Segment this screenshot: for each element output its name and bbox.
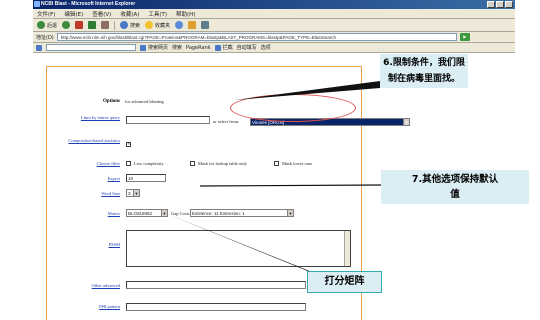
options-label: 选项: [260, 45, 271, 51]
gap-costs-value: Existence: 11 Extension: 1: [192, 211, 245, 216]
phi-pattern-input[interactable]: [126, 303, 306, 311]
back-button[interactable]: 后退: [37, 21, 57, 29]
search-web-label: 搜索网页: [148, 45, 169, 51]
word-size-value: 3: [128, 191, 131, 196]
menu-view[interactable]: 查看(V): [92, 10, 111, 18]
maximize-icon[interactable]: [496, 1, 504, 8]
callout-other-line-1: 7.其他选项保持默认: [411, 174, 499, 185]
matrix-select[interactable]: BLOSUM62 ▼: [126, 209, 168, 217]
search-web-icon: [140, 44, 146, 51]
callout-matrix: 打分矩阵: [307, 271, 382, 293]
back-label: 后退: [47, 22, 58, 29]
ie-icon: [34, 1, 40, 7]
menu-edit[interactable]: 编辑(E): [64, 10, 83, 18]
chevron-down-icon: ▼: [287, 210, 293, 216]
autofill-button[interactable]: 自动填写: [237, 44, 257, 51]
go-button[interactable]: ▶: [459, 33, 470, 41]
gap-costs-link[interactable]: Gap Costs: [171, 211, 190, 216]
other-advanced-input[interactable]: [126, 281, 306, 289]
limit-entrez-link[interactable]: Limit by entrez query: [65, 115, 120, 120]
highlight-ellipse: [230, 94, 356, 122]
toolbar-search-input[interactable]: [46, 44, 136, 51]
star-icon: [145, 21, 154, 29]
entrez-query-input[interactable]: [126, 116, 210, 124]
mask-lower-case-checkbox[interactable]: [274, 161, 279, 166]
chevron-down-icon: ▼: [161, 210, 167, 216]
nav-toolbar: 后退 搜索 收藏夹: [33, 19, 515, 32]
mask-lookup-checkbox[interactable]: [190, 161, 195, 166]
address-label: 地址(D): [36, 34, 54, 41]
window-controls: [487, 1, 513, 8]
close-icon[interactable]: [505, 1, 513, 8]
toolbar-separator: [114, 20, 116, 30]
mask-lower-case-label: Mask lower case: [282, 161, 313, 166]
options-heading: Options: [103, 99, 120, 104]
callout-other-line-2: 值: [450, 189, 460, 200]
window-title-bar: NCBI Blast - Microsoft Internet Explorer: [33, 0, 515, 9]
autofill-label: 自动填写: [236, 45, 257, 51]
popup-block-button[interactable]: 拦截: [214, 44, 233, 51]
callout-limit-line-1: 6.限制条件，我们限: [383, 58, 465, 68]
block-icon: [214, 44, 221, 51]
menu-bar: 文件(F) 编辑(E) 查看(V) 收藏(A) 工具(T) 帮助(H): [33, 9, 515, 19]
home-icon[interactable]: [101, 21, 110, 29]
address-bar: 地址(D) http://www.ncbi.nlm.nih.gov/blast/…: [33, 32, 515, 43]
chevron-down-icon: ▼: [133, 190, 139, 196]
back-arrow-icon: [37, 21, 45, 29]
menu-file[interactable]: 文件(F): [37, 10, 55, 18]
search-site-label: 搜索: [172, 45, 183, 51]
g-icon: [36, 44, 42, 51]
callout-limit-line-2: 制在病毒里面找。: [387, 74, 460, 84]
menu-favorites[interactable]: 收藏(A): [120, 10, 139, 18]
word-size-link[interactable]: Word Size: [65, 191, 120, 196]
mask-lookup-label: Mask for lookup table only: [198, 161, 247, 166]
options-button[interactable]: 选项: [261, 44, 271, 51]
gap-costs-select[interactable]: Existence: 11 Extension: 1 ▼: [190, 209, 294, 217]
favorites-button[interactable]: 收藏夹: [145, 21, 170, 29]
minimize-icon[interactable]: [487, 1, 495, 8]
search-button[interactable]: 搜索: [120, 21, 140, 29]
expect-input[interactable]: 10: [126, 174, 166, 182]
popup-block-label: 拦截: [222, 45, 233, 51]
matrix-value: BLOSUM62: [128, 211, 153, 216]
address-input[interactable]: http://www.ncbi.nlm.nih.gov/blast/Blast.…: [56, 33, 457, 41]
mail-icon[interactable]: [188, 21, 197, 29]
pagerank-button[interactable]: PageRank: [186, 45, 211, 51]
search-label: 搜索: [130, 22, 141, 29]
favorites-label: 收藏夹: [155, 22, 171, 29]
refresh-icon[interactable]: [88, 21, 97, 29]
composition-checkbox[interactable]: ✓: [126, 142, 131, 147]
pagerank-label: PageRank: [186, 44, 211, 51]
pssm-textarea[interactable]: [126, 230, 351, 267]
or-select-label: or select from:: [213, 119, 240, 124]
word-size-select[interactable]: 3 ▼: [126, 189, 140, 197]
forward-arrow-icon[interactable]: [62, 21, 71, 29]
history-icon[interactable]: [175, 21, 184, 29]
matrix-link[interactable]: Matrix: [65, 211, 120, 216]
chevron-down-icon: ▼: [403, 119, 409, 125]
low-complexity-checkbox[interactable]: [126, 161, 131, 166]
composition-stats-link[interactable]: Composition-based statistics: [65, 138, 120, 143]
stop-icon[interactable]: [75, 21, 84, 29]
menu-tools[interactable]: 工具(T): [148, 10, 167, 18]
phi-pattern-link[interactable]: PHI pattern: [65, 304, 120, 309]
search-toolbar: 搜索网页 搜索 PageRank 拦截 自动填写 选项: [33, 43, 515, 53]
choose-filter-link[interactable]: Choose filter: [65, 161, 120, 166]
options-description: for advanced blasting: [125, 99, 164, 104]
search-site-button[interactable]: 搜索: [172, 44, 182, 51]
expect-link[interactable]: Expect: [65, 176, 121, 181]
pssm-link[interactable]: PSSM: [65, 242, 120, 247]
search-web-button[interactable]: 搜索网页: [140, 44, 168, 51]
window-title: NCBI Blast - Microsoft Internet Explorer: [41, 1, 136, 7]
menu-help[interactable]: 帮助(H): [176, 10, 195, 18]
callout-other-options: 7.其他选项保持默认 值: [381, 170, 529, 204]
other-advanced-link[interactable]: Other advanced: [65, 283, 120, 288]
low-complexity-label: Low complexity: [134, 161, 164, 166]
callout-limit: 6.限制条件，我们限 制在病毒里面找。: [380, 54, 468, 88]
print-icon[interactable]: [201, 21, 210, 29]
google-logo: [36, 44, 42, 51]
search-icon: [120, 21, 129, 29]
pssm-scrollbar[interactable]: [344, 231, 350, 266]
